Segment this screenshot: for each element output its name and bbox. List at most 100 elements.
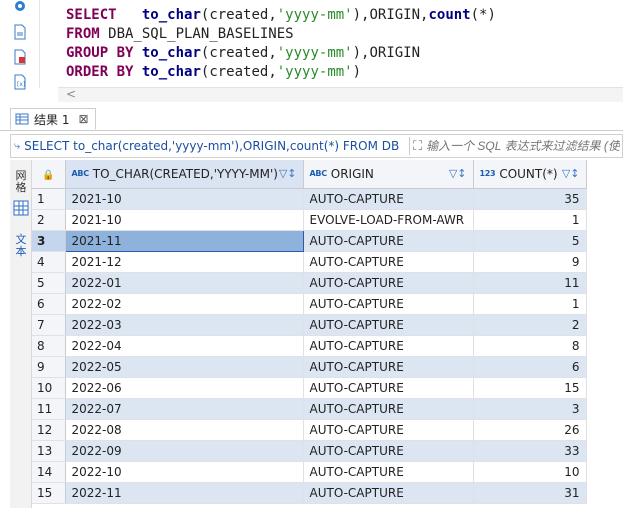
filter-sort-icon[interactable]: ▽↕ xyxy=(562,167,580,180)
row-number[interactable]: 10 xyxy=(32,377,66,399)
table-row[interactable]: 11 2022-07 AUTO-CAPTURE 3 xyxy=(32,398,587,420)
cell-count[interactable]: 26 xyxy=(473,419,587,441)
cell-count[interactable]: 1 xyxy=(473,209,587,231)
filter-sort-icon[interactable]: ▽↕ xyxy=(449,167,467,180)
cell-count[interactable]: 31 xyxy=(473,482,587,504)
cell-count[interactable]: 8 xyxy=(473,335,587,357)
row-number[interactable]: 11 xyxy=(32,398,66,420)
results-grid[interactable]: 🔒 ABC TO_CHAR(CREATED,'YYYY-MM') ▽↕ ABC ORI… xyxy=(32,160,592,508)
code-line[interactable]: GROUP BY to_char(created,'yyyy-mm'),ORIG… xyxy=(66,44,496,63)
column-header-count[interactable]: 123 COUNT(*) ▽↕ xyxy=(473,160,587,189)
scroll-left-arrow[interactable]: < xyxy=(66,87,76,101)
table-row[interactable]: 9 2022-05 AUTO-CAPTURE 6 xyxy=(32,356,587,378)
cell-month[interactable]: 2021-10 xyxy=(65,188,304,210)
cell-month[interactable]: 2022-08 xyxy=(65,419,304,441)
cell-origin[interactable]: AUTO-CAPTURE xyxy=(303,230,474,252)
cell-month[interactable]: 2022-03 xyxy=(65,314,304,336)
cell-month[interactable]: 2022-10 xyxy=(65,461,304,483)
cell-count[interactable]: 11 xyxy=(473,272,587,294)
code-line[interactable]: FROM DBA_SQL_PLAN_BASELINES xyxy=(66,25,496,44)
cell-origin[interactable]: AUTO-CAPTURE xyxy=(303,419,474,441)
row-number[interactable]: 6 xyxy=(32,293,66,315)
table-row[interactable]: 12 2022-08 AUTO-CAPTURE 26 xyxy=(32,419,587,441)
sql-code[interactable]: SELECT to_char(created,'yyyy-mm'),ORIGIN… xyxy=(66,6,496,82)
filter-sort-icon[interactable]: ▽↕ xyxy=(279,167,297,180)
cell-month[interactable]: 2021-10 xyxy=(65,209,304,231)
cell-count[interactable]: 3 xyxy=(473,398,587,420)
row-number[interactable]: 13 xyxy=(32,440,66,462)
cell-origin[interactable]: AUTO-CAPTURE xyxy=(303,335,474,357)
column-header-to-char[interactable]: ABC TO_CHAR(CREATED,'YYYY-MM') ▽↕ xyxy=(65,160,304,189)
table-row[interactable]: 3 2021-11 AUTO-CAPTURE 5 xyxy=(32,229,587,252)
code-line[interactable]: ORDER BY to_char(created,'yyyy-mm') xyxy=(66,63,496,82)
cell-origin[interactable]: AUTO-CAPTURE xyxy=(303,377,474,399)
cell-origin[interactable]: AUTO-CAPTURE xyxy=(303,293,474,315)
row-number[interactable]: 8 xyxy=(32,335,66,357)
cell-month[interactable]: 2022-09 xyxy=(65,440,304,462)
cell-count[interactable]: 5 xyxy=(473,230,587,252)
row-number[interactable]: 15 xyxy=(32,482,66,504)
filter-input[interactable] xyxy=(422,138,622,154)
cell-origin[interactable]: AUTO-CAPTURE xyxy=(303,188,474,210)
row-number[interactable]: 1 xyxy=(32,188,66,210)
editor-horizontal-scrollbar[interactable]: < xyxy=(58,87,623,102)
cell-count[interactable]: 6 xyxy=(473,356,587,378)
cell-month[interactable]: 2022-04 xyxy=(65,335,304,357)
cell-month[interactable]: 2021-11 xyxy=(64,229,304,252)
column-header-origin[interactable]: ABC ORIGIN ▽↕ xyxy=(303,160,474,189)
cell-month[interactable]: 2022-01 xyxy=(65,272,304,294)
cell-count[interactable]: 10 xyxy=(473,461,587,483)
gear-icon[interactable] xyxy=(12,0,28,14)
table-row[interactable]: 4 2021-12 AUTO-CAPTURE 9 xyxy=(32,251,587,273)
cell-count[interactable]: 1 xyxy=(473,293,587,315)
table-row[interactable]: 8 2022-04 AUTO-CAPTURE 8 xyxy=(32,335,587,357)
cell-count[interactable]: 33 xyxy=(473,440,587,462)
sql-editor[interactable]: [x] SELECT to_char(created,'yyyy-mm'),OR… xyxy=(0,0,623,102)
cell-origin[interactable]: AUTO-CAPTURE xyxy=(303,356,474,378)
text-view-button[interactable]: 文本 xyxy=(12,234,30,258)
new-script-icon[interactable] xyxy=(12,24,28,40)
cell-origin[interactable]: AUTO-CAPTURE xyxy=(303,440,474,462)
cell-origin[interactable]: AUTO-CAPTURE xyxy=(303,314,474,336)
grid-view-icon[interactable] xyxy=(13,200,29,216)
cell-origin[interactable]: AUTO-CAPTURE xyxy=(303,482,474,504)
script-file-icon[interactable]: [x] xyxy=(12,74,28,90)
table-row[interactable]: 14 2022-10 AUTO-CAPTURE 10 xyxy=(32,461,587,483)
cell-origin[interactable]: EVOLVE-LOAD-FROM-AWR xyxy=(303,209,474,231)
cell-month[interactable]: 2022-07 xyxy=(65,398,304,420)
cell-count[interactable]: 2 xyxy=(473,314,587,336)
table-row[interactable]: 1 2021-10 AUTO-CAPTURE 35 xyxy=(32,188,587,210)
cell-month[interactable]: 2022-05 xyxy=(65,356,304,378)
row-number[interactable]: 4 xyxy=(32,251,66,273)
close-icon[interactable]: ⊠ xyxy=(78,112,88,126)
row-number[interactable]: 12 xyxy=(32,419,66,441)
row-number[interactable]: 7 xyxy=(32,314,66,336)
cell-month[interactable]: 2022-06 xyxy=(65,377,304,399)
table-row[interactable]: 7 2022-03 AUTO-CAPTURE 2 xyxy=(32,314,587,336)
table-row[interactable]: 10 2022-06 AUTO-CAPTURE 15 xyxy=(32,377,587,399)
script-error-icon[interactable] xyxy=(12,49,28,65)
grid-view-button[interactable]: 网格 xyxy=(12,170,30,194)
table-row[interactable]: 2 2021-10 EVOLVE-LOAD-FROM-AWR 1 xyxy=(32,209,587,231)
cell-month[interactable]: 2022-11 xyxy=(65,482,304,504)
cell-month[interactable]: 2021-12 xyxy=(65,251,304,273)
grid-vertical-scrollbar[interactable] xyxy=(592,160,623,508)
tab-result-1[interactable]: 结果 1 ⊠ xyxy=(10,108,96,130)
cell-origin[interactable]: AUTO-CAPTURE xyxy=(303,251,474,273)
row-number[interactable]: 2 xyxy=(32,209,66,231)
cell-origin[interactable]: AUTO-CAPTURE xyxy=(303,272,474,294)
cell-origin[interactable]: AUTO-CAPTURE xyxy=(303,461,474,483)
table-row[interactable]: 5 2022-01 AUTO-CAPTURE 11 xyxy=(32,272,587,294)
cell-count[interactable]: 15 xyxy=(473,377,587,399)
row-number[interactable]: 9 xyxy=(32,356,66,378)
cell-count[interactable]: 9 xyxy=(473,251,587,273)
table-row[interactable]: 13 2022-09 AUTO-CAPTURE 33 xyxy=(32,440,587,462)
cell-origin[interactable]: AUTO-CAPTURE xyxy=(303,398,474,420)
expand-icon[interactable]: ⛶ xyxy=(413,139,422,154)
table-row[interactable]: 6 2022-02 AUTO-CAPTURE 1 xyxy=(32,293,587,315)
row-number[interactable]: 5 xyxy=(32,272,66,294)
cell-month[interactable]: 2022-02 xyxy=(65,293,304,315)
code-line[interactable]: SELECT to_char(created,'yyyy-mm'),ORIGIN… xyxy=(66,6,496,25)
cell-count[interactable]: 35 xyxy=(473,188,587,210)
table-row[interactable]: 15 2022-11 AUTO-CAPTURE 31 xyxy=(32,482,587,504)
